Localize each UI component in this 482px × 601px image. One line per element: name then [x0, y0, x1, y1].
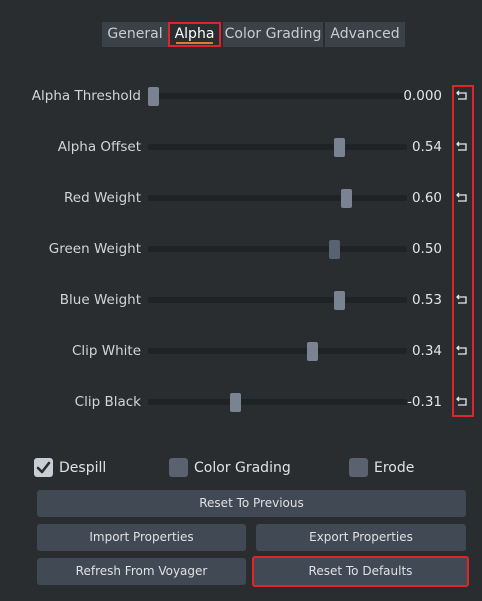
slider-row: Blue Weight 0.53	[0, 288, 482, 312]
slider-handle[interactable]	[334, 138, 345, 157]
erode-label: Erode	[374, 460, 415, 476]
despill-checkbox-box[interactable]	[34, 458, 53, 477]
slider-row: Green Weight 0.50	[0, 237, 482, 261]
slider-row: Alpha Threshold 0.000	[0, 84, 482, 108]
slider-label: Red Weight	[64, 190, 141, 206]
tab-bar: General Alpha Color Grading Advanced	[0, 22, 482, 48]
tab-general[interactable]: General	[102, 22, 168, 47]
slider-track[interactable]	[148, 195, 407, 201]
slider-handle[interactable]	[148, 87, 159, 106]
slider-handle[interactable]	[230, 393, 241, 412]
slider-value: 0.50	[411, 241, 442, 257]
slider-label: Alpha Threshold	[31, 88, 141, 104]
reset-icons-highlight	[452, 85, 474, 417]
slider-label: Blue Weight	[59, 292, 141, 308]
slider-track[interactable]	[148, 348, 407, 354]
despill-label: Despill	[59, 460, 107, 476]
slider-track[interactable]	[148, 297, 407, 303]
slider-value: 0.34	[411, 343, 442, 359]
reset-to-defaults-button[interactable]: Reset To Defaults	[252, 556, 469, 587]
slider-handle[interactable]	[307, 342, 318, 361]
slider-value: 0.000	[403, 88, 442, 104]
import-properties-button[interactable]: Import Properties	[37, 524, 246, 551]
slider-track[interactable]	[148, 93, 407, 99]
slider-value: 0.60	[411, 190, 442, 206]
refresh-from-voyager-button[interactable]: Refresh From Voyager	[37, 558, 246, 585]
slider-row: Clip Black -0.31	[0, 390, 482, 414]
slider-label: Green Weight	[48, 241, 141, 257]
tab-advanced[interactable]: Advanced	[325, 22, 405, 47]
slider-track[interactable]	[148, 246, 407, 252]
slider-value: 0.53	[411, 292, 442, 308]
slider-handle[interactable]	[341, 189, 352, 208]
reset-to-previous-button[interactable]: Reset To Previous	[37, 490, 466, 517]
erode-checkbox-box[interactable]	[349, 458, 368, 477]
slider-value: -0.31	[407, 394, 442, 410]
slider-label: Clip Black	[74, 394, 141, 410]
slider-row: Red Weight 0.60	[0, 186, 482, 210]
checkmark-icon	[36, 461, 51, 474]
slider-handle[interactable]	[329, 240, 340, 259]
slider-track[interactable]	[148, 144, 407, 150]
slider-label: Clip White	[71, 343, 141, 359]
color-grading-label: Color Grading	[194, 460, 291, 476]
slider-row: Clip White 0.34	[0, 339, 482, 363]
slider-track[interactable]	[148, 399, 407, 405]
slider-value: 0.54	[411, 139, 442, 155]
color-grading-checkbox-box[interactable]	[169, 458, 188, 477]
export-properties-button[interactable]: Export Properties	[256, 524, 466, 551]
slider-handle[interactable]	[334, 291, 345, 310]
slider-row: Alpha Offset 0.54	[0, 135, 482, 159]
tab-alpha[interactable]: Alpha	[168, 22, 221, 47]
slider-label: Alpha Offset	[57, 139, 141, 155]
tab-color-grading[interactable]: Color Grading	[223, 22, 323, 47]
